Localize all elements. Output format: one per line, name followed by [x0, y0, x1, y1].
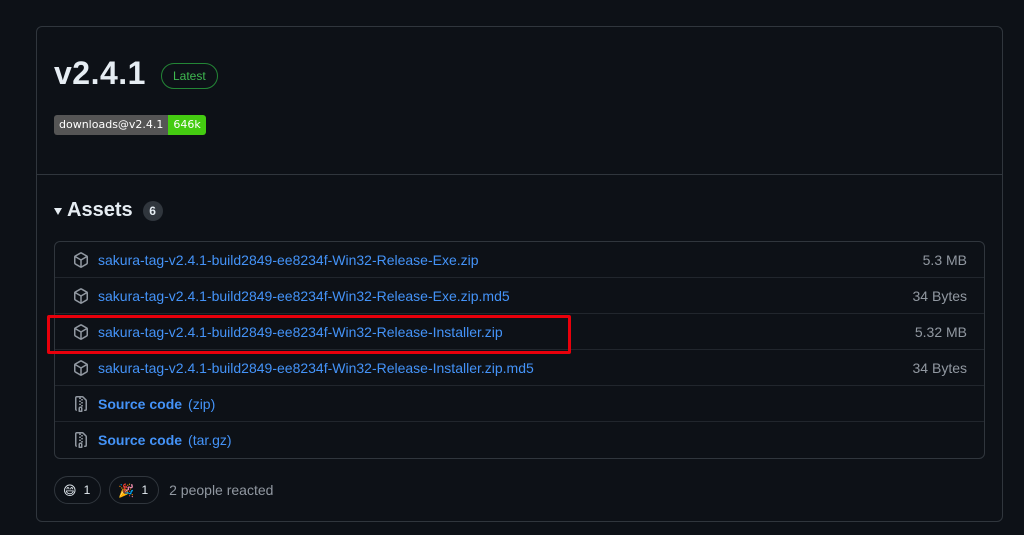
tada-emoji-icon: 🎉: [118, 482, 135, 498]
asset-row-highlighted: sakura-tag-v2.4.1-build2849-ee8234f-Win3…: [55, 313, 984, 349]
assets-list: sakura-tag-v2.4.1-build2849-ee8234f-Win3…: [54, 241, 985, 459]
package-icon: [74, 287, 88, 304]
reaction-count: 1: [83, 483, 91, 497]
source-code-zip-suffix[interactable]: (zip): [188, 396, 215, 412]
asset-row-source-targz: Source code (tar.gz): [55, 421, 984, 457]
asset-size: 34 Bytes: [912, 287, 967, 304]
assets-title: Assets: [67, 199, 133, 221]
reaction-smile-button[interactable]: 😄 1: [54, 476, 102, 504]
release-version-title[interactable]: v2.4.1: [54, 55, 146, 92]
asset-link[interactable]: sakura-tag-v2.4.1-build2849-ee8234f-Win3…: [98, 324, 503, 340]
package-icon: [74, 359, 88, 376]
asset-link[interactable]: sakura-tag-v2.4.1-build2849-ee8234f-Win3…: [98, 252, 479, 268]
file-zip-icon: [75, 395, 87, 412]
asset-row-source-zip: Source code (zip): [55, 385, 984, 421]
asset-size: 34 Bytes: [912, 359, 967, 376]
source-code-targz-suffix[interactable]: (tar.gz): [188, 432, 232, 448]
asset-row: sakura-tag-v2.4.1-build2849-ee8234f-Win3…: [55, 277, 984, 313]
release-card: v2.4.1 Latest downloads@v2.4.1 646k Asse…: [36, 26, 1003, 522]
source-code-targz-link[interactable]: Source code: [98, 432, 182, 448]
asset-row: sakura-tag-v2.4.1-build2849-ee8234f-Win3…: [55, 349, 984, 385]
reaction-tada-button[interactable]: 🎉 1: [109, 476, 160, 504]
reactions-summary[interactable]: 2 people reacted: [169, 482, 273, 498]
reaction-count: 1: [141, 483, 149, 497]
latest-badge: Latest: [161, 63, 218, 89]
downloads-badge[interactable]: downloads@v2.4.1 646k: [54, 115, 206, 135]
smile-emoji-icon: 😄: [63, 482, 77, 498]
asset-row: sakura-tag-v2.4.1-build2849-ee8234f-Win3…: [55, 242, 984, 277]
caret-down-icon: [54, 208, 62, 215]
file-zip-icon: [75, 431, 87, 448]
asset-link[interactable]: sakura-tag-v2.4.1-build2849-ee8234f-Win3…: [98, 288, 510, 304]
downloads-badge-label: downloads@v2.4.1: [54, 115, 169, 135]
asset-link[interactable]: sakura-tag-v2.4.1-build2849-ee8234f-Win3…: [98, 360, 534, 376]
assets-count-badge: 6: [142, 200, 163, 221]
asset-size: 5.32 MB: [914, 323, 967, 340]
package-icon: [74, 251, 88, 268]
asset-size: 5.3 MB: [922, 251, 967, 268]
assets-summary-toggle[interactable]: Assets 6: [54, 199, 163, 222]
downloads-badge-value: 646k: [168, 115, 206, 135]
source-code-zip-link[interactable]: Source code: [98, 396, 182, 412]
reactions-bar: 😄 1 🎉 1 2 people reacted: [54, 476, 273, 504]
package-icon: [74, 323, 88, 340]
release-header: v2.4.1 Latest downloads@v2.4.1 646k: [37, 27, 1002, 175]
